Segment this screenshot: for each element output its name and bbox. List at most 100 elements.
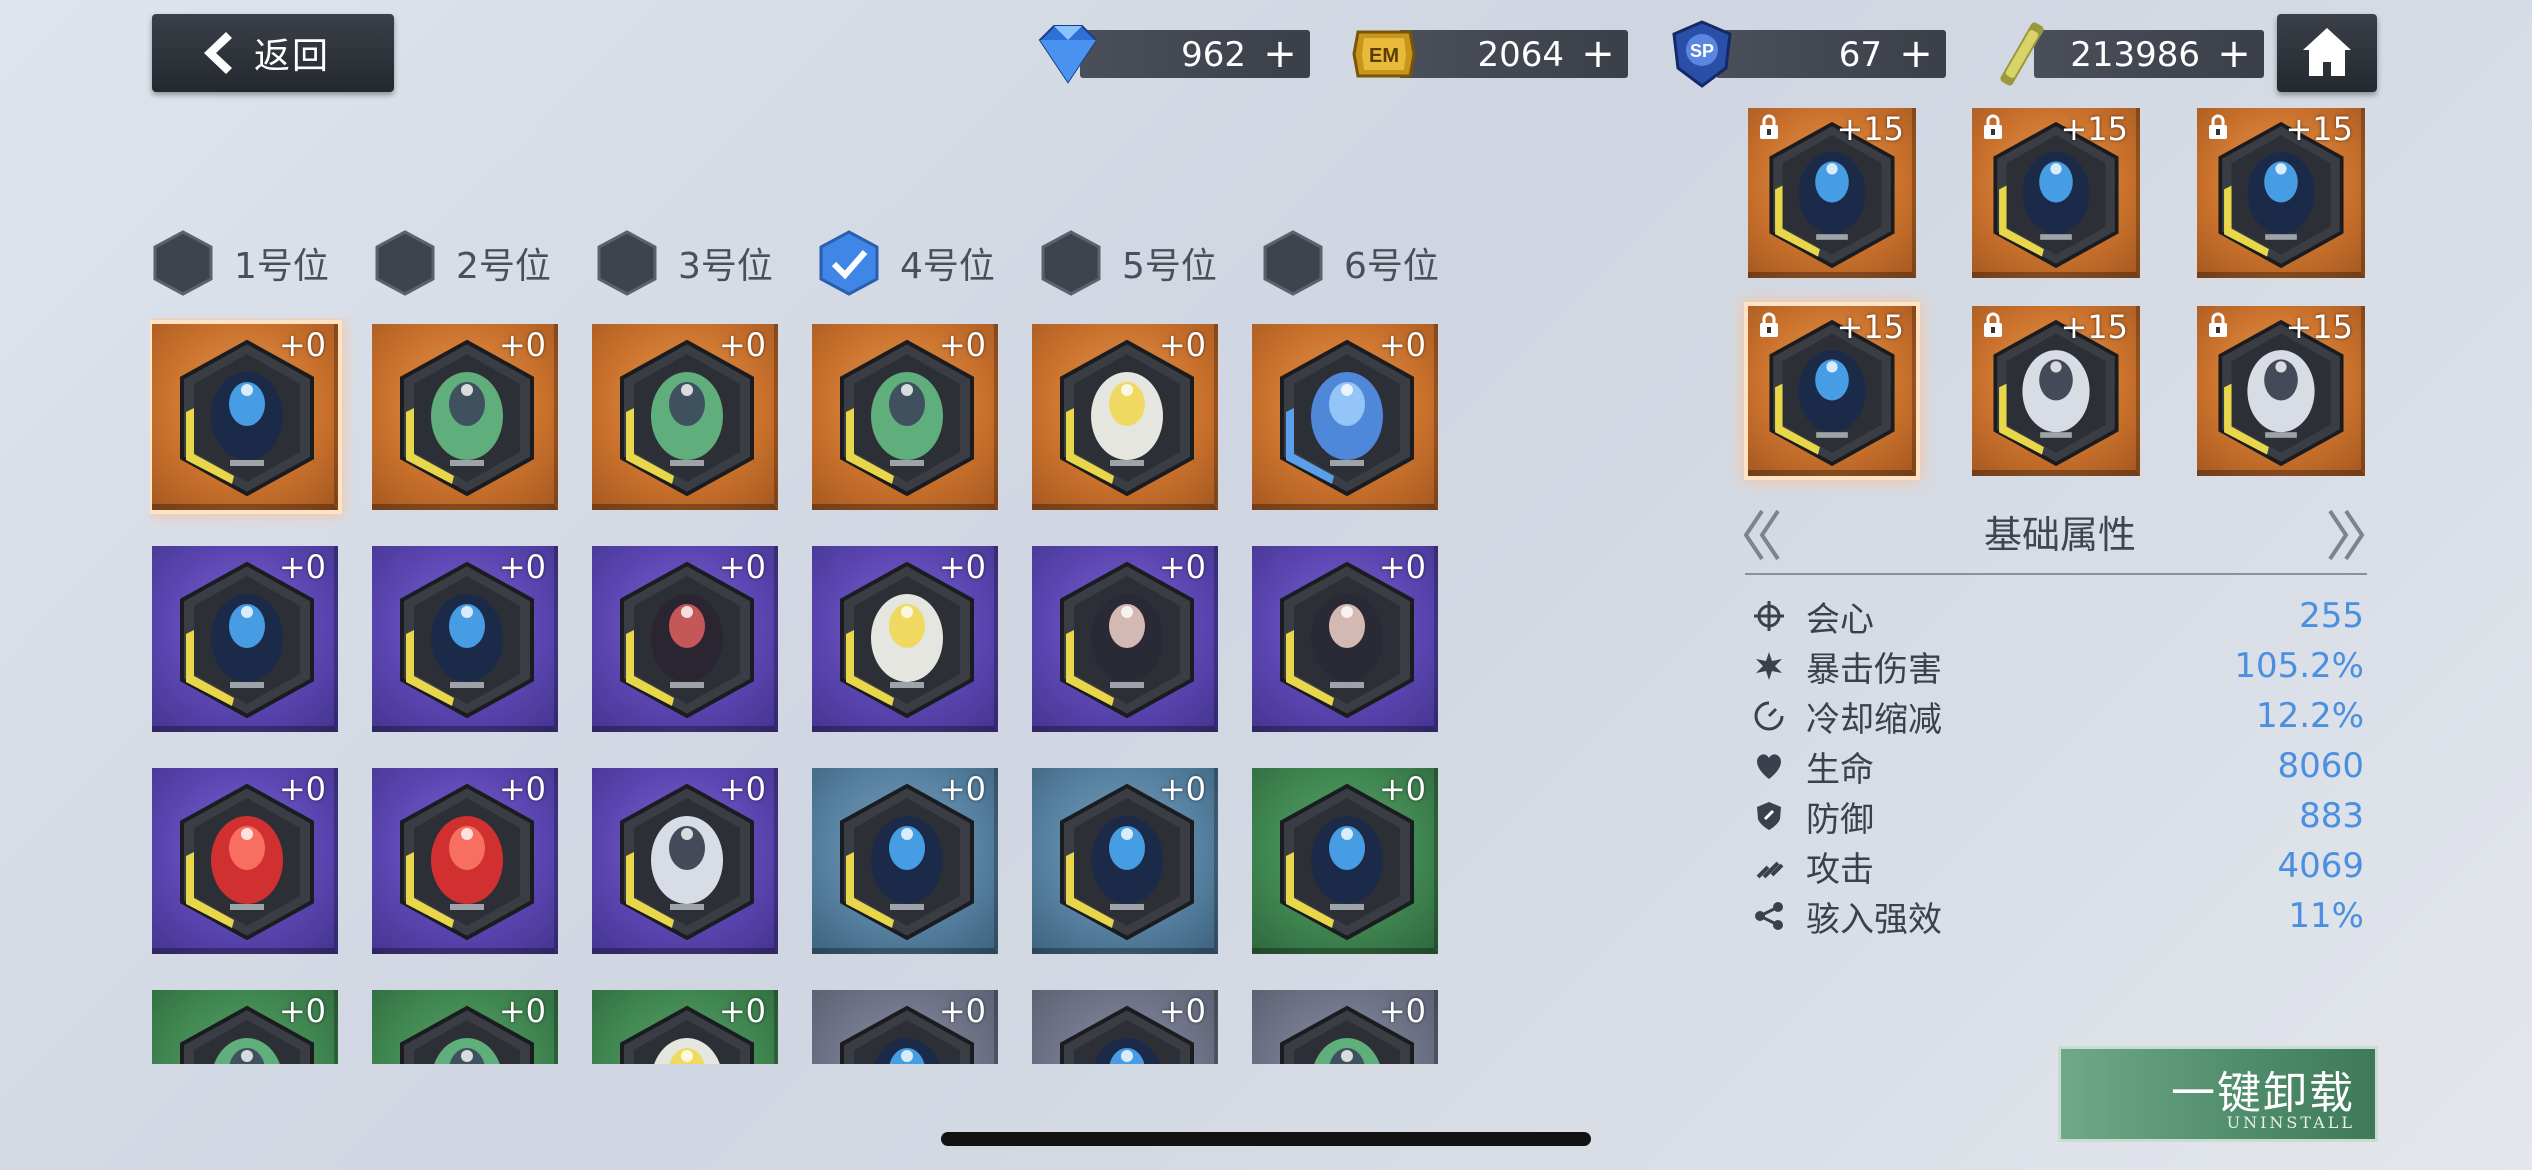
currency-em: 2064 + xyxy=(1398,30,1628,78)
stat-name: 会心 xyxy=(1806,599,1874,640)
stat-row: 防御 883 xyxy=(1752,794,2364,840)
chip-card[interactable]: +0 xyxy=(372,324,558,510)
chip-level: +15 xyxy=(1836,308,1904,346)
chip-level: +0 xyxy=(938,548,986,586)
chip-card[interactable]: +0 xyxy=(152,990,338,1064)
chip-card[interactable]: +0 xyxy=(1252,768,1438,954)
equipped-chip-card[interactable]: +15 xyxy=(1748,108,1916,278)
chip-level: +15 xyxy=(1836,110,1904,148)
add-sp-button[interactable]: + xyxy=(1896,34,1936,74)
stat-value: 11% xyxy=(2288,896,2364,936)
stat-value: 4069 xyxy=(2277,846,2364,886)
chip-card[interactable]: +0 xyxy=(1032,324,1218,510)
chip-card[interactable]: +0 xyxy=(1252,324,1438,510)
em-coin-icon: EM xyxy=(1352,30,1416,78)
chip-level: +0 xyxy=(1378,548,1426,586)
chip-card[interactable]: +0 xyxy=(592,546,778,732)
equipped-chip-card[interactable]: +15 xyxy=(1744,302,1920,480)
stat-name: 生命 xyxy=(1806,749,1874,790)
slot-tab-2[interactable]: 2号位 xyxy=(374,228,551,298)
chip-level: +15 xyxy=(2060,110,2128,148)
chip-level: +0 xyxy=(498,992,546,1030)
svg-text:EM: EM xyxy=(1369,45,1399,67)
chip-card[interactable]: +0 xyxy=(150,320,342,514)
stat-value: 105.2% xyxy=(2234,646,2364,686)
chip-card[interactable]: +0 xyxy=(1032,990,1218,1064)
stat-name: 暴击伤害 xyxy=(1806,649,1942,690)
hex-icon xyxy=(153,230,213,296)
checked-hex-icon xyxy=(819,230,879,296)
add-em-button[interactable]: + xyxy=(1578,34,1618,74)
chip-card[interactable]: +0 xyxy=(812,768,998,954)
uninstall-sub-label: UNINSTALL xyxy=(2226,1113,2355,1132)
svg-text:SP: SP xyxy=(1690,41,1714,61)
chip-card[interactable]: +0 xyxy=(592,768,778,954)
slot-tab-1[interactable]: 1号位 xyxy=(152,228,329,298)
stat-value: 883 xyxy=(2299,796,2364,836)
prev-page-icon[interactable] xyxy=(1740,505,1784,565)
slot-tab-6[interactable]: 6号位 xyxy=(1262,228,1439,298)
lock-icon xyxy=(1760,114,1778,139)
chip-card[interactable]: +0 xyxy=(152,546,338,732)
home-button[interactable] xyxy=(2277,14,2377,92)
chip-level: +15 xyxy=(2285,308,2353,346)
chip-level: +0 xyxy=(1378,770,1426,808)
equipped-chip-card[interactable]: +15 xyxy=(1972,306,2140,476)
diamond-icon xyxy=(1038,25,1098,84)
slot-tab-3[interactable]: 3号位 xyxy=(596,228,773,298)
chip-level: +0 xyxy=(718,548,766,586)
equipped-chip-card[interactable]: +15 xyxy=(1972,108,2140,278)
back-button[interactable]: 返回 xyxy=(152,14,394,92)
chip-card[interactable]: +0 xyxy=(592,990,778,1064)
home-indicator[interactable] xyxy=(941,1132,1591,1146)
panel-title: 基础属性 xyxy=(1983,513,2136,557)
attack-icon xyxy=(1756,861,1784,879)
crosshair-icon xyxy=(1754,601,1784,631)
inventory-grid: +0 +0 +0 +0 +0 +0 +0 +0 +0 +0 +0 +0 +0 +… xyxy=(150,318,1450,1064)
hex-icon xyxy=(1041,230,1101,296)
chip-level: +0 xyxy=(1158,326,1206,364)
chip-level: +15 xyxy=(2060,308,2128,346)
material-stick-icon xyxy=(2000,22,2044,86)
stat-row: 冷却缩减 12.2% xyxy=(1752,694,2364,740)
slot-tab-5[interactable]: 5号位 xyxy=(1040,228,1217,298)
chip-card[interactable]: +0 xyxy=(812,990,998,1064)
stat-name: 防御 xyxy=(1806,799,1874,840)
currency-material: 213986 + xyxy=(2034,30,2264,78)
chip-level: +0 xyxy=(278,992,326,1030)
slot-tab-4[interactable]: 4号位 xyxy=(818,228,995,298)
lock-icon xyxy=(2209,312,2227,337)
add-diamond-button[interactable]: + xyxy=(1260,34,1300,74)
shield-icon xyxy=(1757,802,1781,830)
currency-value: 213986 xyxy=(2070,35,2200,75)
uninstall-all-button[interactable]: 一键卸载 UNINSTALL xyxy=(2058,1046,2378,1142)
chip-card[interactable]: +0 xyxy=(812,324,998,510)
sp-badge-icon: SP xyxy=(1672,20,1732,88)
hex-icon xyxy=(375,230,435,296)
lock-icon xyxy=(1984,114,2002,139)
chip-card[interactable]: +0 xyxy=(1032,546,1218,732)
chip-card[interactable]: +0 xyxy=(1252,546,1438,732)
chip-card[interactable]: +0 xyxy=(812,546,998,732)
chip-card[interactable]: +0 xyxy=(1032,768,1218,954)
chip-level: +0 xyxy=(1378,326,1426,364)
chip-card[interactable]: +0 xyxy=(152,768,338,954)
chip-card[interactable]: +0 xyxy=(592,324,778,510)
chip-card[interactable]: +0 xyxy=(372,546,558,732)
back-label: 返回 xyxy=(254,36,331,77)
stat-value: 12.2% xyxy=(2255,696,2364,736)
uninstall-label: 一键卸载 xyxy=(2171,1068,2355,1119)
add-material-button[interactable]: + xyxy=(2214,34,2254,74)
next-page-icon[interactable] xyxy=(2324,505,2368,565)
equipped-chip-card[interactable]: +15 xyxy=(2197,306,2365,476)
chip-card[interactable]: +0 xyxy=(372,990,558,1064)
chip-card[interactable]: +0 xyxy=(1252,990,1438,1064)
stat-value: 255 xyxy=(2299,596,2364,636)
hex-icon xyxy=(597,230,657,296)
chip-level: +0 xyxy=(938,992,986,1030)
chip-card[interactable]: +0 xyxy=(372,768,558,954)
currency-value: 2064 xyxy=(1477,35,1564,75)
stat-name: 攻击 xyxy=(1806,849,1874,890)
equipped-chip-card[interactable]: +15 xyxy=(2197,108,2365,278)
currency-diamond: 962 + xyxy=(1080,30,1310,78)
